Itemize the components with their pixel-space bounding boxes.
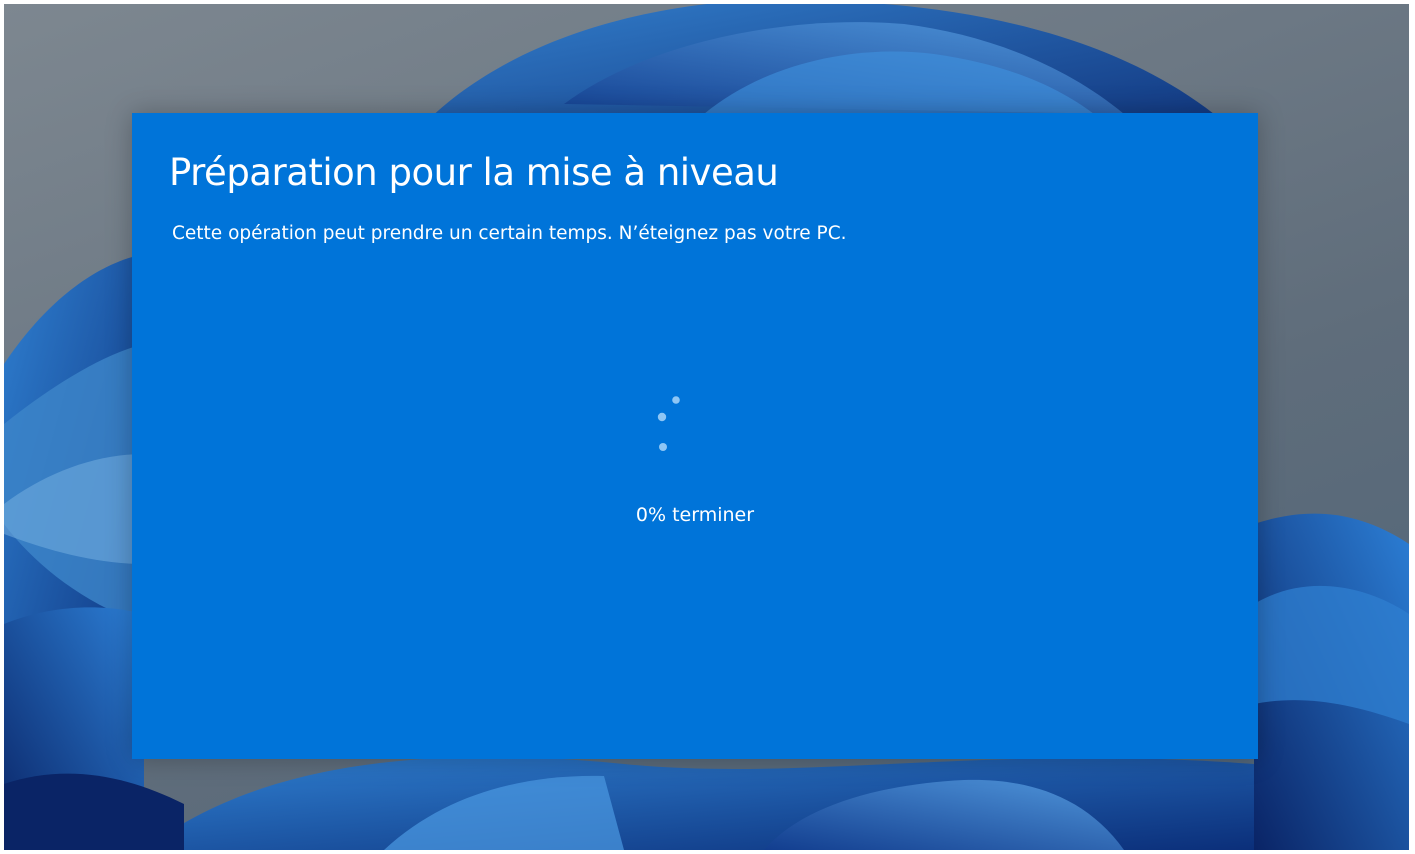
dialog-subtitle: Cette opération peut prendre un certain … — [172, 223, 847, 244]
spinner-dot — [672, 396, 680, 404]
desktop-background: Préparation pour la mise à niveau Cette … — [4, 4, 1409, 850]
spinner-dot — [659, 443, 667, 451]
upgrade-dialog: Préparation pour la mise à niveau Cette … — [132, 113, 1258, 759]
dialog-title: Préparation pour la mise à niveau — [169, 151, 779, 194]
loading-dots-icon — [657, 396, 680, 451]
spinner-dot — [657, 412, 667, 422]
progress-status: 0% terminer — [635, 504, 755, 526]
